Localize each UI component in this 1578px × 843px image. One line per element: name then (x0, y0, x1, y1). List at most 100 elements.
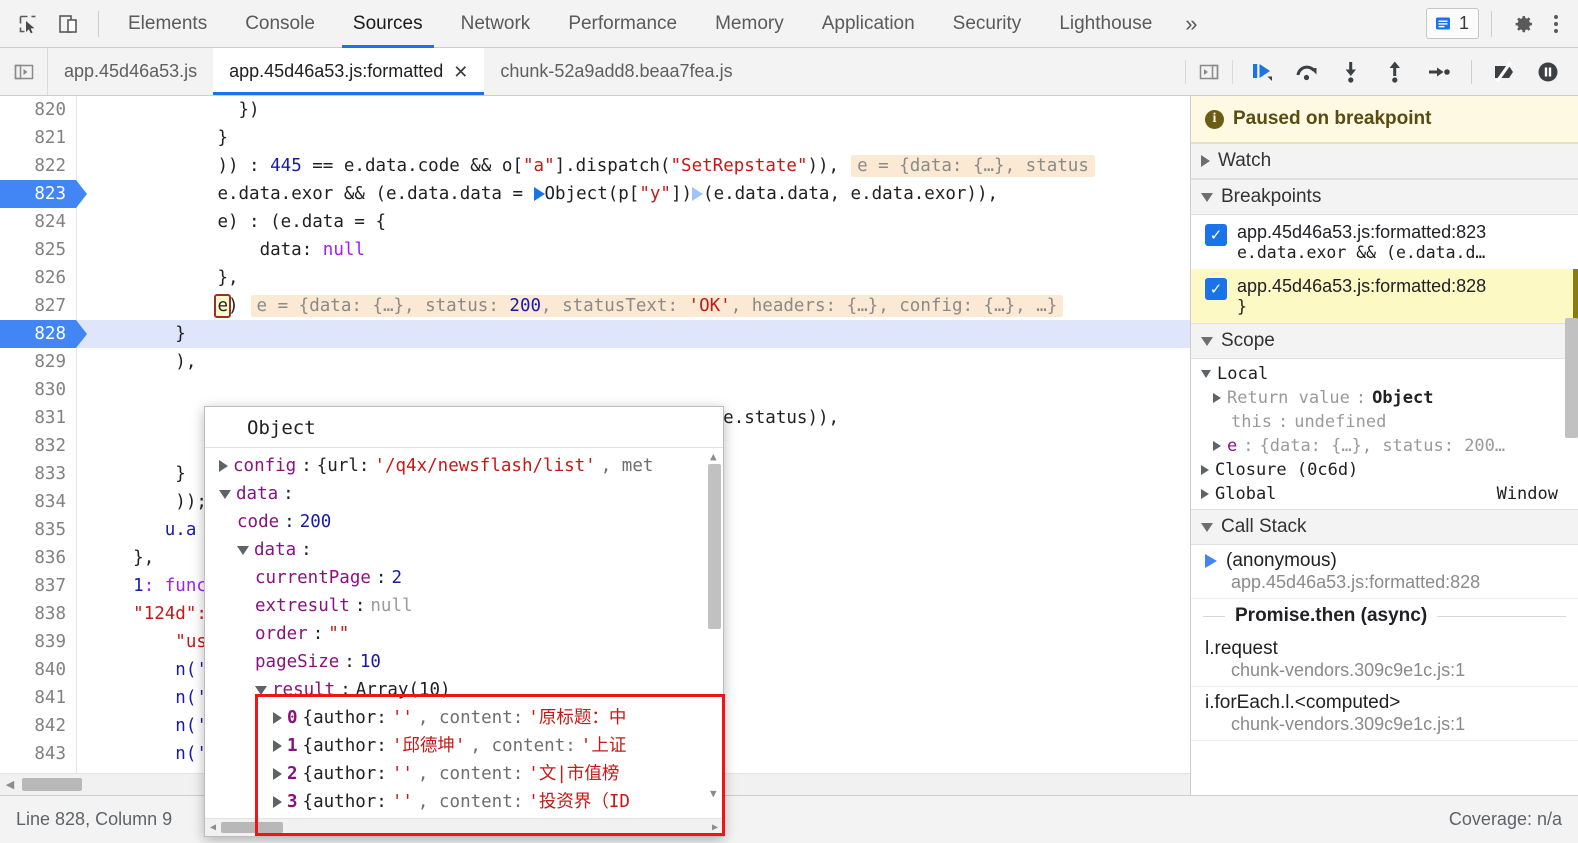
step-into-next-call-icon[interactable] (1331, 52, 1371, 92)
array-item-row[interactable]: 2{author: '', content: '文|市值榜 (205, 760, 723, 788)
chevron-down-icon[interactable] (1201, 193, 1213, 202)
chevron-right-icon[interactable] (273, 712, 282, 724)
object-preview-popover[interactable]: Object config: {url: '/q4x/newsflash/lis… (204, 406, 724, 837)
call-stack-frame-location[interactable]: chunk-vendors.309c9e1c.js:1 (1205, 714, 1566, 735)
popover-vertical-scrollbar[interactable]: ▲ ▼ (708, 450, 721, 800)
tab-lighthouse[interactable]: Lighthouse (1040, 0, 1171, 48)
chevron-down-icon[interactable] (1201, 337, 1213, 346)
chevron-down-icon[interactable] (1201, 523, 1213, 532)
line-number[interactable]: 833 (0, 460, 76, 488)
resume-script-execution-icon[interactable] (1243, 52, 1283, 92)
line-number[interactable]: 837 (0, 572, 76, 600)
scroll-down-icon[interactable]: ▼ (710, 787, 717, 800)
chevron-right-icon[interactable] (1213, 393, 1221, 403)
object-property-row[interactable]: order: "" (205, 620, 723, 648)
line-number[interactable]: 830 (0, 376, 76, 404)
step-over-next-call-icon[interactable] (1287, 52, 1327, 92)
tab-memory[interactable]: Memory (696, 0, 803, 48)
object-expand-icon[interactable] (534, 187, 545, 201)
line-number[interactable]: 836 (0, 544, 76, 572)
line-number[interactable]: 835 (0, 516, 76, 544)
object-property-row[interactable]: currentPage: 2 (205, 564, 723, 592)
array-item-row[interactable]: 0{author: '', content: '原标题：中 (205, 704, 723, 732)
chevron-right-icon[interactable] (219, 460, 228, 472)
line-number[interactable]: 827 (0, 292, 76, 320)
show-navigator-icon[interactable] (0, 48, 48, 95)
chevron-right-icon[interactable] (1213, 441, 1221, 451)
line-number[interactable]: 832 (0, 432, 76, 460)
code-text[interactable]: }, (77, 264, 1190, 292)
line-number[interactable]: 822 (0, 152, 76, 180)
line-number[interactable]: 840 (0, 656, 76, 684)
line-number[interactable]: 843 (0, 740, 76, 768)
chevron-down-icon[interactable] (219, 490, 231, 499)
object-property-row[interactable]: config: {url: '/q4x/newsflash/list', met (205, 452, 723, 480)
code-text[interactable]: ), (77, 348, 1190, 376)
scope-row-this[interactable]: this: undefined (1191, 410, 1578, 434)
call-stack-frame-location[interactable]: chunk-vendors.309c9e1c.js:1 (1205, 660, 1566, 681)
step-out-of-current-function-icon[interactable] (1375, 52, 1415, 92)
code-text[interactable]: } (77, 124, 1190, 152)
popover-body[interactable]: config: {url: '/q4x/newsflash/list', met… (205, 448, 723, 818)
code-text[interactable] (77, 376, 1190, 404)
scrollbar-thumb[interactable] (1565, 318, 1578, 438)
tab-application[interactable]: Application (803, 0, 934, 48)
line-number[interactable]: 821 (0, 124, 76, 152)
line-number[interactable]: 825 (0, 236, 76, 264)
section-breakpoints[interactable]: Breakpoints (1191, 179, 1578, 215)
code-text[interactable]: e)e = {data: {…}, status: 200, statusTex… (77, 292, 1190, 320)
section-watch[interactable]: Watch (1191, 143, 1578, 179)
breakpoint-checkbox[interactable]: ✓ (1205, 224, 1227, 246)
breakpoint-checkbox[interactable]: ✓ (1205, 278, 1227, 300)
call-stack-frame[interactable]: l.request chunk-vendors.309c9e1c.js:1 (1191, 633, 1578, 687)
chevron-right-icon[interactable] (273, 768, 282, 780)
more-options-icon[interactable] (1544, 9, 1568, 39)
file-tab-app-js[interactable]: app.45d46a53.js (48, 48, 213, 95)
line-number[interactable]: 844 (0, 768, 76, 773)
popover-horizontal-scrollbar[interactable]: ◀ ▶ (205, 818, 723, 836)
scope-row-e[interactable]: e: {data: {…}, status: 200… (1191, 434, 1578, 458)
inspect-element-icon[interactable] (8, 4, 48, 44)
sidebar-vertical-scrollbar[interactable] (1565, 96, 1578, 795)
scroll-up-icon[interactable]: ▲ (710, 450, 717, 463)
deactivate-breakpoints-icon[interactable] (1484, 52, 1524, 92)
line-number[interactable]: 824 (0, 208, 76, 236)
show-drawer-icon[interactable] (1185, 60, 1233, 84)
line-number[interactable]: 842 (0, 712, 76, 740)
call-stack-frame-location[interactable]: app.45d46a53.js:formatted:828 (1205, 572, 1566, 593)
line-number[interactable]: 820 (0, 96, 76, 124)
tab-network[interactable]: Network (442, 0, 550, 48)
tab-console[interactable]: Console (226, 0, 334, 48)
object-property-row[interactable]: extresult: null (205, 592, 723, 620)
object-expand-icon-outline[interactable] (692, 187, 703, 201)
pause-on-exceptions-icon[interactable] (1528, 52, 1568, 92)
scope-row-closure[interactable]: Closure (0c6d) (1191, 458, 1578, 482)
line-number[interactable]: 839 (0, 628, 76, 656)
scrollbar-thumb[interactable] (708, 464, 721, 629)
code-text[interactable]: )) : 445 == e.data.code && o["a"].dispat… (77, 152, 1190, 180)
code-text[interactable]: }) (77, 96, 1190, 124)
gear-icon[interactable] (1504, 4, 1544, 44)
file-tab-chunk-js[interactable]: chunk-52a9add8.beaa7fea.js (484, 48, 748, 95)
chevron-right-icon[interactable] (1201, 489, 1209, 499)
section-call-stack[interactable]: Call Stack (1191, 509, 1578, 545)
tab-elements[interactable]: Elements (109, 0, 226, 48)
chevron-down-icon[interactable] (237, 546, 249, 555)
line-number[interactable]: 841 (0, 684, 76, 712)
scrollbar-thumb[interactable] (22, 778, 82, 791)
object-property-row[interactable]: data: (205, 536, 723, 564)
scope-row-local[interactable]: Local (1191, 362, 1578, 386)
chevron-down-icon[interactable] (1201, 370, 1211, 378)
object-property-row[interactable]: code: 200 (205, 508, 723, 536)
tab-sources[interactable]: Sources (334, 0, 442, 48)
object-property-row[interactable]: pageSize: 10 (205, 648, 723, 676)
line-number[interactable]: 829 (0, 348, 76, 376)
line-number[interactable]: 826 (0, 264, 76, 292)
line-number-executing[interactable]: 828 (0, 320, 76, 348)
line-number[interactable]: 838 (0, 600, 76, 628)
chevron-right-icon[interactable] (1201, 465, 1209, 475)
tab-performance[interactable]: Performance (549, 0, 696, 48)
scope-row-return-value[interactable]: Return value: Object (1191, 386, 1578, 410)
chevron-right-icon[interactable] (273, 740, 282, 752)
step-icon[interactable] (1419, 52, 1459, 92)
